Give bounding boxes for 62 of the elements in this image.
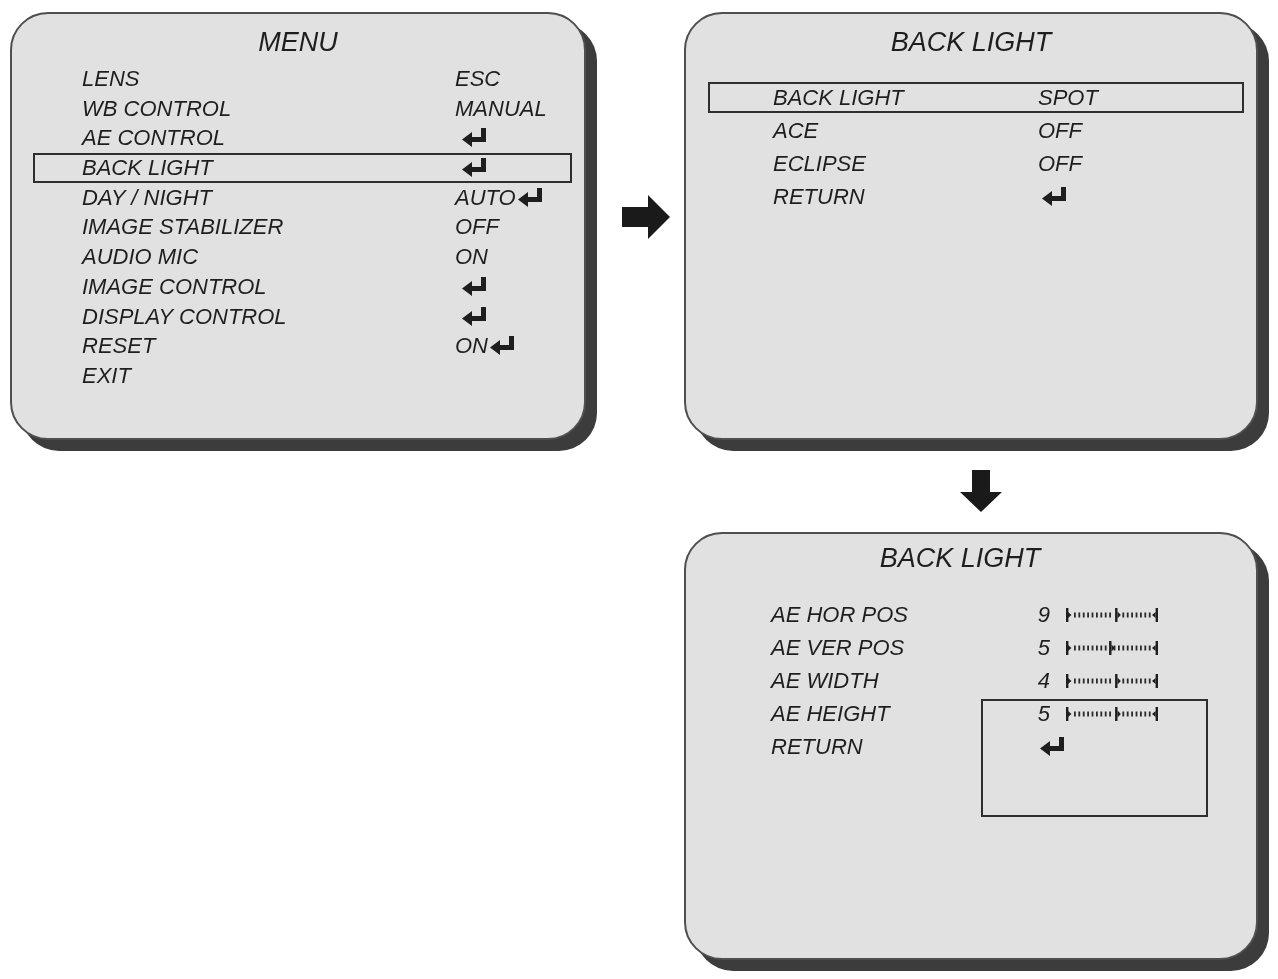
item-label: WB CONTROL xyxy=(82,95,232,122)
menu-item[interactable]: DAY / NIGHT AUTO xyxy=(33,182,572,213)
gauge-marker[interactable] xyxy=(1115,607,1121,622)
menu-item[interactable]: LENS ESC xyxy=(33,64,572,94)
menu-item[interactable]: ECLIPSE OFF xyxy=(708,148,1244,179)
item-label: EXIT xyxy=(82,362,131,389)
menu-item[interactable]: IMAGE CONTROL xyxy=(33,271,572,302)
menu-item[interactable]: AUDIO MIC ON xyxy=(33,242,572,272)
menu-item[interactable]: RESET ON xyxy=(33,331,572,361)
item-value: OFF xyxy=(1038,150,1082,177)
item-label: AE CONTROL xyxy=(82,125,226,152)
item-label: IMAGE CONTROL xyxy=(82,273,267,300)
menu-item[interactable]: BACK LIGHT xyxy=(33,153,572,183)
item-value: AUTO xyxy=(455,184,516,211)
menu-item[interactable]: RETURN xyxy=(708,181,1244,212)
item-label: AE VER POS xyxy=(771,634,905,661)
item-label: ACE xyxy=(773,117,819,144)
gauge-marker[interactable] xyxy=(1115,673,1121,688)
item-value: OFF xyxy=(455,214,499,241)
menu-item[interactable]: ACE OFF xyxy=(708,115,1244,146)
item-value: ESC xyxy=(455,66,501,92)
level-gauge[interactable] xyxy=(1066,705,1158,722)
item-label: AE HOR POS xyxy=(771,601,908,628)
item-value: OFF xyxy=(1038,117,1082,144)
item-label: RETURN xyxy=(773,183,865,210)
item-label: AE HEIGHT xyxy=(771,700,890,727)
menu-item[interactable]: BACK LIGHT SPOT xyxy=(708,82,1244,113)
menu-item[interactable]: DISPLAY CONTROL xyxy=(33,301,572,332)
menu-title: BACK LIGHT xyxy=(879,542,1041,574)
item-label: RESET xyxy=(82,333,156,360)
item-label: LENS xyxy=(82,66,140,92)
item-value: 5 xyxy=(1036,634,1050,661)
item-value: ON xyxy=(455,244,488,271)
level-gauge[interactable] xyxy=(1066,639,1158,656)
menu-item[interactable]: EXIT xyxy=(33,360,572,391)
item-value: 5 xyxy=(1036,700,1050,727)
menu-title: MENU xyxy=(258,26,338,58)
menu-title: BACK LIGHT xyxy=(890,26,1052,58)
item-value: 4 xyxy=(1036,667,1050,694)
item-value: MANUAL xyxy=(455,95,547,122)
item-value: ON xyxy=(455,333,488,360)
item-label: DISPLAY CONTROL xyxy=(82,303,287,330)
item-label: ECLIPSE xyxy=(773,150,866,177)
item-label: AE WIDTH xyxy=(771,667,879,694)
item-label: BACK LIGHT xyxy=(773,84,904,111)
item-label: DAY / NIGHT xyxy=(82,184,212,211)
item-label: RETURN xyxy=(771,733,863,760)
down-arrow-icon xyxy=(960,470,1002,512)
menu-item[interactable]: IMAGE STABILIZER OFF xyxy=(33,212,572,243)
item-label: IMAGE STABILIZER xyxy=(82,214,284,241)
menu-item[interactable]: WB CONTROL MANUAL xyxy=(33,93,572,124)
gauge-marker[interactable] xyxy=(1109,640,1115,655)
level-gauge[interactable] xyxy=(1066,672,1158,689)
right-arrow-icon xyxy=(622,195,670,239)
enter-icon xyxy=(1040,736,1066,757)
gauge-marker[interactable] xyxy=(1115,706,1121,721)
item-label: BACK LIGHT xyxy=(82,155,213,182)
item-value: SPOT xyxy=(1038,84,1098,111)
level-gauge[interactable] xyxy=(1066,606,1158,623)
item-value: 9 xyxy=(1036,601,1050,628)
menu-item[interactable]: AE CONTROL xyxy=(33,123,572,154)
item-label: AUDIO MIC xyxy=(82,244,199,271)
